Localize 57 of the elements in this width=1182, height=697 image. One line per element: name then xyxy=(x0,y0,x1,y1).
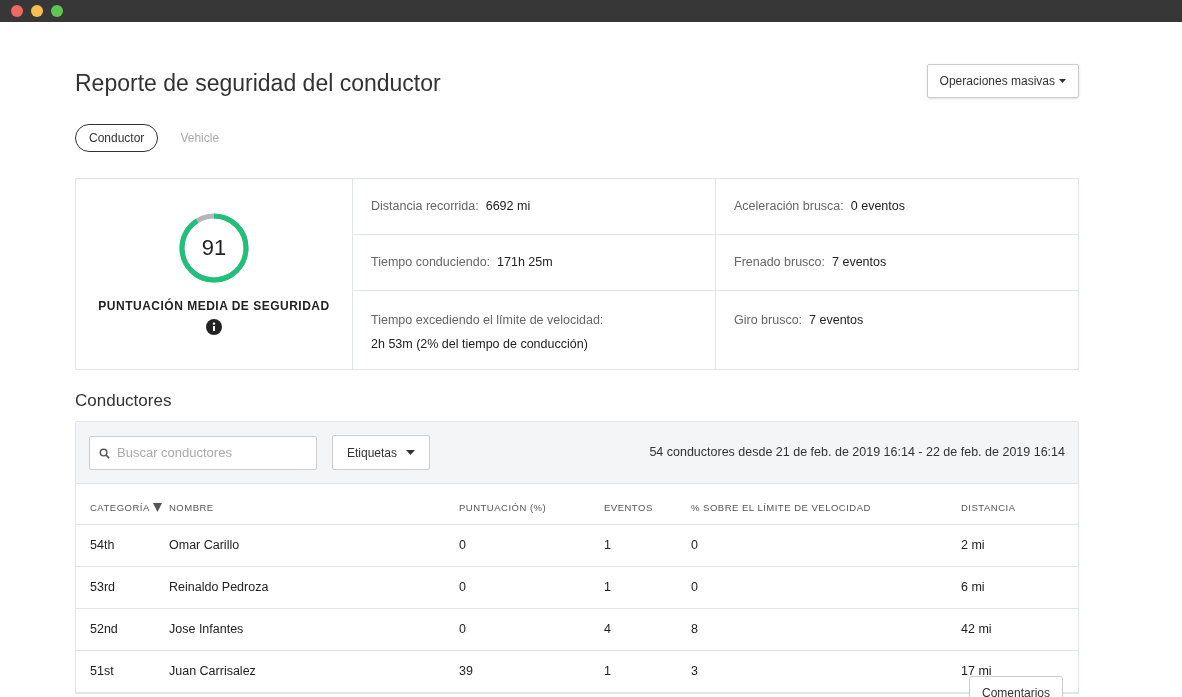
stat-label: Tiempo conduciendo: xyxy=(371,253,491,271)
table-cell: 53rd xyxy=(90,579,116,594)
table-cell: 1 xyxy=(604,537,611,552)
score-ring xyxy=(178,212,250,284)
table-cell: 39 xyxy=(459,663,473,678)
table-cell: 0 xyxy=(691,537,698,552)
table-cell: 8 xyxy=(691,621,698,636)
stat-value: 6692 mi xyxy=(485,197,531,215)
tags-dropdown[interactable]: Etiquetas xyxy=(332,435,431,470)
caret-icon xyxy=(406,450,416,455)
table-cell: Omar Carillo xyxy=(169,537,240,552)
stat-label: Frenado brusco: xyxy=(734,253,826,271)
stat-value: 171h 25m xyxy=(497,253,553,271)
column-header[interactable]: % SOBRE EL LÍMITE DE VELOCIDAD xyxy=(691,500,871,515)
info-icon[interactable] xyxy=(206,319,222,335)
search-icon xyxy=(99,447,110,459)
table-cell: 51st xyxy=(90,663,114,678)
stat-value: 7 eventos xyxy=(832,253,887,271)
score-label: PUNTUACIÓN MEDIA DE SEGURIDAD xyxy=(98,297,330,315)
table-cell: 54th xyxy=(90,537,115,552)
bulk-operations-button[interactable]: Operaciones masivas xyxy=(926,64,1079,98)
table-cell: 52nd xyxy=(90,621,118,636)
page-title: Reporte de seguridad del conductor xyxy=(75,69,441,98)
table-cell: 4 xyxy=(604,621,611,636)
summary-text: 54 conductores desde 21 de feb. de 2019 16:14 - 22 de feb. de 2019 16:14 xyxy=(649,444,1065,462)
stat-value: 0 eventos xyxy=(850,197,905,215)
table-cell: 0 xyxy=(459,579,466,594)
stat-value: 2h 53m (2% del tiempo de conducción) xyxy=(371,336,589,354)
table-cell: 17 mi xyxy=(961,663,992,678)
table-cell: Reinaldo Pedroza xyxy=(169,579,269,594)
column-header[interactable]: PUNTUACIÓN (%) xyxy=(459,500,547,515)
table-cell: Juan Carrisalez xyxy=(169,663,256,678)
caret-icon xyxy=(1059,79,1066,83)
table-cell: 3 xyxy=(691,663,698,678)
table-cell: Jose Infantes xyxy=(169,621,244,636)
table-cell: 42 mi xyxy=(961,621,992,636)
stat-label: Aceleración brusca: xyxy=(734,197,844,215)
table-cell: 1 xyxy=(604,579,611,594)
table-cell: 2 mi xyxy=(961,537,985,552)
stat-label: Giro brusco: xyxy=(734,311,803,329)
column-header[interactable]: EVENTOS xyxy=(604,500,653,515)
column-header[interactable]: DISTANCIA xyxy=(961,500,1016,515)
stat-label: Distancia recorrida: xyxy=(371,197,479,215)
table-cell: 1 xyxy=(604,663,611,678)
sort-down-icon[interactable] xyxy=(152,503,162,513)
table-cell: 0 xyxy=(459,621,466,636)
column-header[interactable]: NOMBRE xyxy=(169,500,214,515)
feedback-button[interactable]: Comentarios xyxy=(969,676,1064,697)
column-header[interactable]: CATEGORÍA xyxy=(90,500,150,515)
stat-label: Tiempo excediendo el límite de velocidad: xyxy=(371,311,605,329)
table-cell: 0 xyxy=(691,579,698,594)
table-cell: 6 mi xyxy=(961,579,985,594)
search-field[interactable]: Buscar conductores xyxy=(89,435,317,470)
score-value: 91 xyxy=(201,237,227,259)
section-title: Conductores xyxy=(75,389,173,412)
stat-value: 7 eventos xyxy=(809,311,864,329)
table-cell: 0 xyxy=(459,537,466,552)
